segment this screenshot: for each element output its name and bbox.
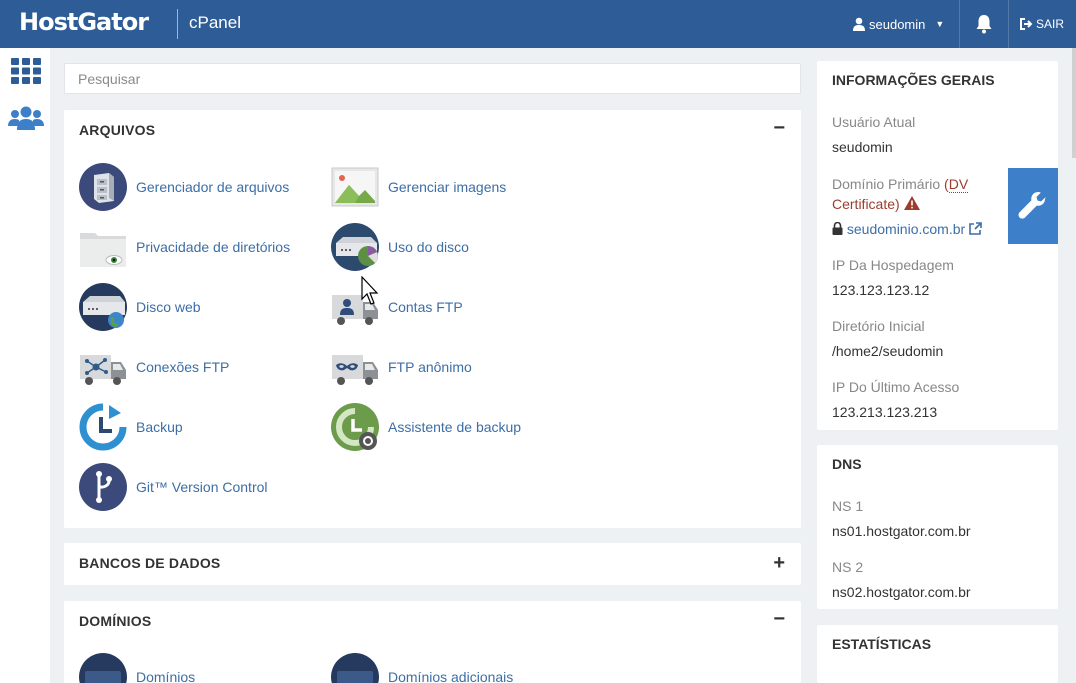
last-ip-value: 123.213.123.213 bbox=[832, 404, 938, 420]
primary-domain-label-text: Domínio Primário bbox=[832, 176, 941, 192]
cert-open-paren: ( bbox=[944, 176, 949, 192]
web-disk-icon bbox=[79, 283, 127, 331]
ftp-accounts-link[interactable]: Contas FTP bbox=[331, 281, 463, 333]
item-label: Uso do disco bbox=[388, 239, 469, 255]
item-label: Git™ Version Control bbox=[136, 479, 268, 495]
item-label: Disco web bbox=[136, 299, 201, 315]
external-link-icon bbox=[969, 222, 982, 235]
home-dir-value: /home2/seudomin bbox=[832, 343, 944, 359]
lock-icon bbox=[832, 221, 843, 235]
collapse-toggle[interactable]: − bbox=[773, 118, 785, 138]
user-menu[interactable]: seudomin ▼ bbox=[852, 0, 944, 48]
logout-button[interactable]: SAIR bbox=[1020, 0, 1064, 48]
domain-text: seudominio.com.br bbox=[846, 221, 966, 237]
search-input[interactable] bbox=[64, 63, 801, 94]
last-ip-label: IP Do Último Acesso bbox=[832, 379, 960, 395]
image-icon bbox=[331, 167, 379, 207]
item-label: Domínios adicionais bbox=[388, 669, 514, 683]
logout-label: SAIR bbox=[1036, 17, 1065, 31]
item-label: Conexões FTP bbox=[136, 359, 230, 375]
left-sidebar bbox=[0, 48, 50, 683]
warning-icon bbox=[903, 196, 920, 210]
users-icon[interactable] bbox=[8, 104, 44, 134]
wrench-icon[interactable] bbox=[1008, 168, 1058, 244]
file-manager-link[interactable]: Gerenciador de arquivos bbox=[79, 161, 289, 213]
backup-icon bbox=[79, 403, 127, 451]
host-ip-label: IP Da Hospedagem bbox=[832, 257, 954, 273]
domain-icon bbox=[79, 653, 127, 683]
disk-usage-icon bbox=[331, 223, 379, 271]
card-title: INFORMAÇÕES GERAIS bbox=[832, 72, 995, 88]
scrollbar[interactable] bbox=[1072, 48, 1076, 158]
primary-domain-label: Domínio Primário (DV bbox=[832, 176, 969, 193]
product-name: cPanel bbox=[189, 13, 241, 32]
nav-divider bbox=[959, 0, 960, 48]
files-panel: ARQUIVOS − Gerenciador de arquivos Geren… bbox=[64, 110, 801, 528]
ns1-label: NS 1 bbox=[832, 498, 864, 514]
domains-link[interactable]: Domínios bbox=[79, 651, 195, 683]
host-ip-value: 123.123.123.12 bbox=[832, 282, 930, 298]
item-label: Gerenciador de arquivos bbox=[136, 179, 290, 195]
cert-line: Certificate) bbox=[832, 196, 920, 212]
directory-privacy-link[interactable]: Privacidade de diretórios bbox=[79, 221, 290, 273]
card-title: ESTATÍSTICAS bbox=[832, 636, 932, 652]
home-dir-label: Diretório Inicial bbox=[832, 318, 925, 334]
addon-domain-icon bbox=[331, 653, 379, 683]
stats-card: ESTATÍSTICAS bbox=[817, 625, 1058, 683]
image-manager-link[interactable]: Gerenciar imagens bbox=[331, 161, 506, 213]
chevron-down-icon: ▼ bbox=[935, 19, 945, 29]
anonymous-ftp-icon bbox=[332, 355, 378, 385]
item-label: Gerenciar imagens bbox=[388, 179, 507, 195]
card-title: DNS bbox=[832, 456, 862, 472]
item-label: Backup bbox=[136, 419, 183, 435]
files-panel-header[interactable]: ARQUIVOS − bbox=[64, 110, 801, 148]
folder-eye-icon bbox=[80, 233, 126, 267]
mouse-cursor-icon bbox=[361, 276, 379, 305]
web-disk-link[interactable]: Disco web bbox=[79, 281, 201, 333]
item-label: Domínios bbox=[136, 669, 196, 683]
panel-title: ARQUIVOS bbox=[79, 122, 156, 138]
logo-divider bbox=[177, 9, 178, 39]
nav-divider bbox=[1008, 0, 1009, 48]
item-label: Contas FTP bbox=[388, 299, 463, 315]
logout-icon bbox=[1020, 18, 1033, 30]
user-icon bbox=[853, 17, 865, 31]
git-version-control-link[interactable]: Git™ Version Control bbox=[79, 461, 268, 513]
general-info-card: INFORMAÇÕES GERAIS Usuário Atual seudomi… bbox=[817, 61, 1058, 430]
git-icon bbox=[79, 463, 127, 511]
current-user-label: Usuário Atual bbox=[832, 114, 916, 130]
backup-link[interactable]: Backup bbox=[79, 401, 183, 453]
panel-title: DOMÍNIOS bbox=[79, 613, 152, 629]
ftp-connections-link[interactable]: Conexões FTP bbox=[79, 341, 229, 393]
disk-usage-link[interactable]: Uso do disco bbox=[331, 221, 469, 273]
expand-toggle[interactable]: + bbox=[773, 553, 785, 573]
ns2-label: NS 2 bbox=[832, 559, 864, 575]
brand-logo[interactable]: HostGator bbox=[19, 8, 149, 36]
item-label: Assistente de backup bbox=[388, 419, 522, 435]
item-label: FTP anônimo bbox=[388, 359, 472, 375]
item-label: Privacidade de diretórios bbox=[136, 239, 291, 255]
dv-certificate-link[interactable]: DV bbox=[948, 176, 969, 193]
panel-title: BANCOS DE DADOS bbox=[79, 555, 221, 571]
username-label: seudomin bbox=[869, 16, 926, 32]
top-navbar: HostGator cPanel seudomin ▼ SAIR bbox=[0, 0, 1076, 48]
collapse-toggle[interactable]: − bbox=[773, 609, 785, 629]
file-cabinet-icon bbox=[79, 163, 127, 211]
ns1-value: ns01.hostgator.com.br bbox=[832, 523, 971, 539]
domains-panel-header[interactable]: DOMÍNIOS − bbox=[64, 601, 801, 639]
dns-card: DNS NS 1 ns01.hostgator.com.br NS 2 ns02… bbox=[817, 445, 1058, 609]
ns2-value: ns02.hostgator.com.br bbox=[832, 584, 971, 600]
primary-domain-link[interactable]: seudominio.com.br bbox=[832, 221, 982, 237]
grid-icon[interactable] bbox=[8, 56, 44, 86]
bell-icon[interactable] bbox=[973, 13, 995, 35]
databases-panel[interactable]: BANCOS DE DADOS + bbox=[64, 543, 801, 585]
domains-panel: DOMÍNIOS − Domínios Domínios adicionais bbox=[64, 601, 801, 683]
current-user-value: seudomin bbox=[832, 139, 893, 155]
anonymous-ftp-link[interactable]: FTP anônimo bbox=[331, 341, 472, 393]
backup-wizard-icon bbox=[331, 403, 379, 451]
ftp-connections-icon bbox=[80, 355, 126, 385]
backup-wizard-link[interactable]: Assistente de backup bbox=[331, 401, 521, 453]
addon-domains-link[interactable]: Domínios adicionais bbox=[331, 651, 513, 683]
certificate-text: Certificate) bbox=[832, 196, 900, 212]
